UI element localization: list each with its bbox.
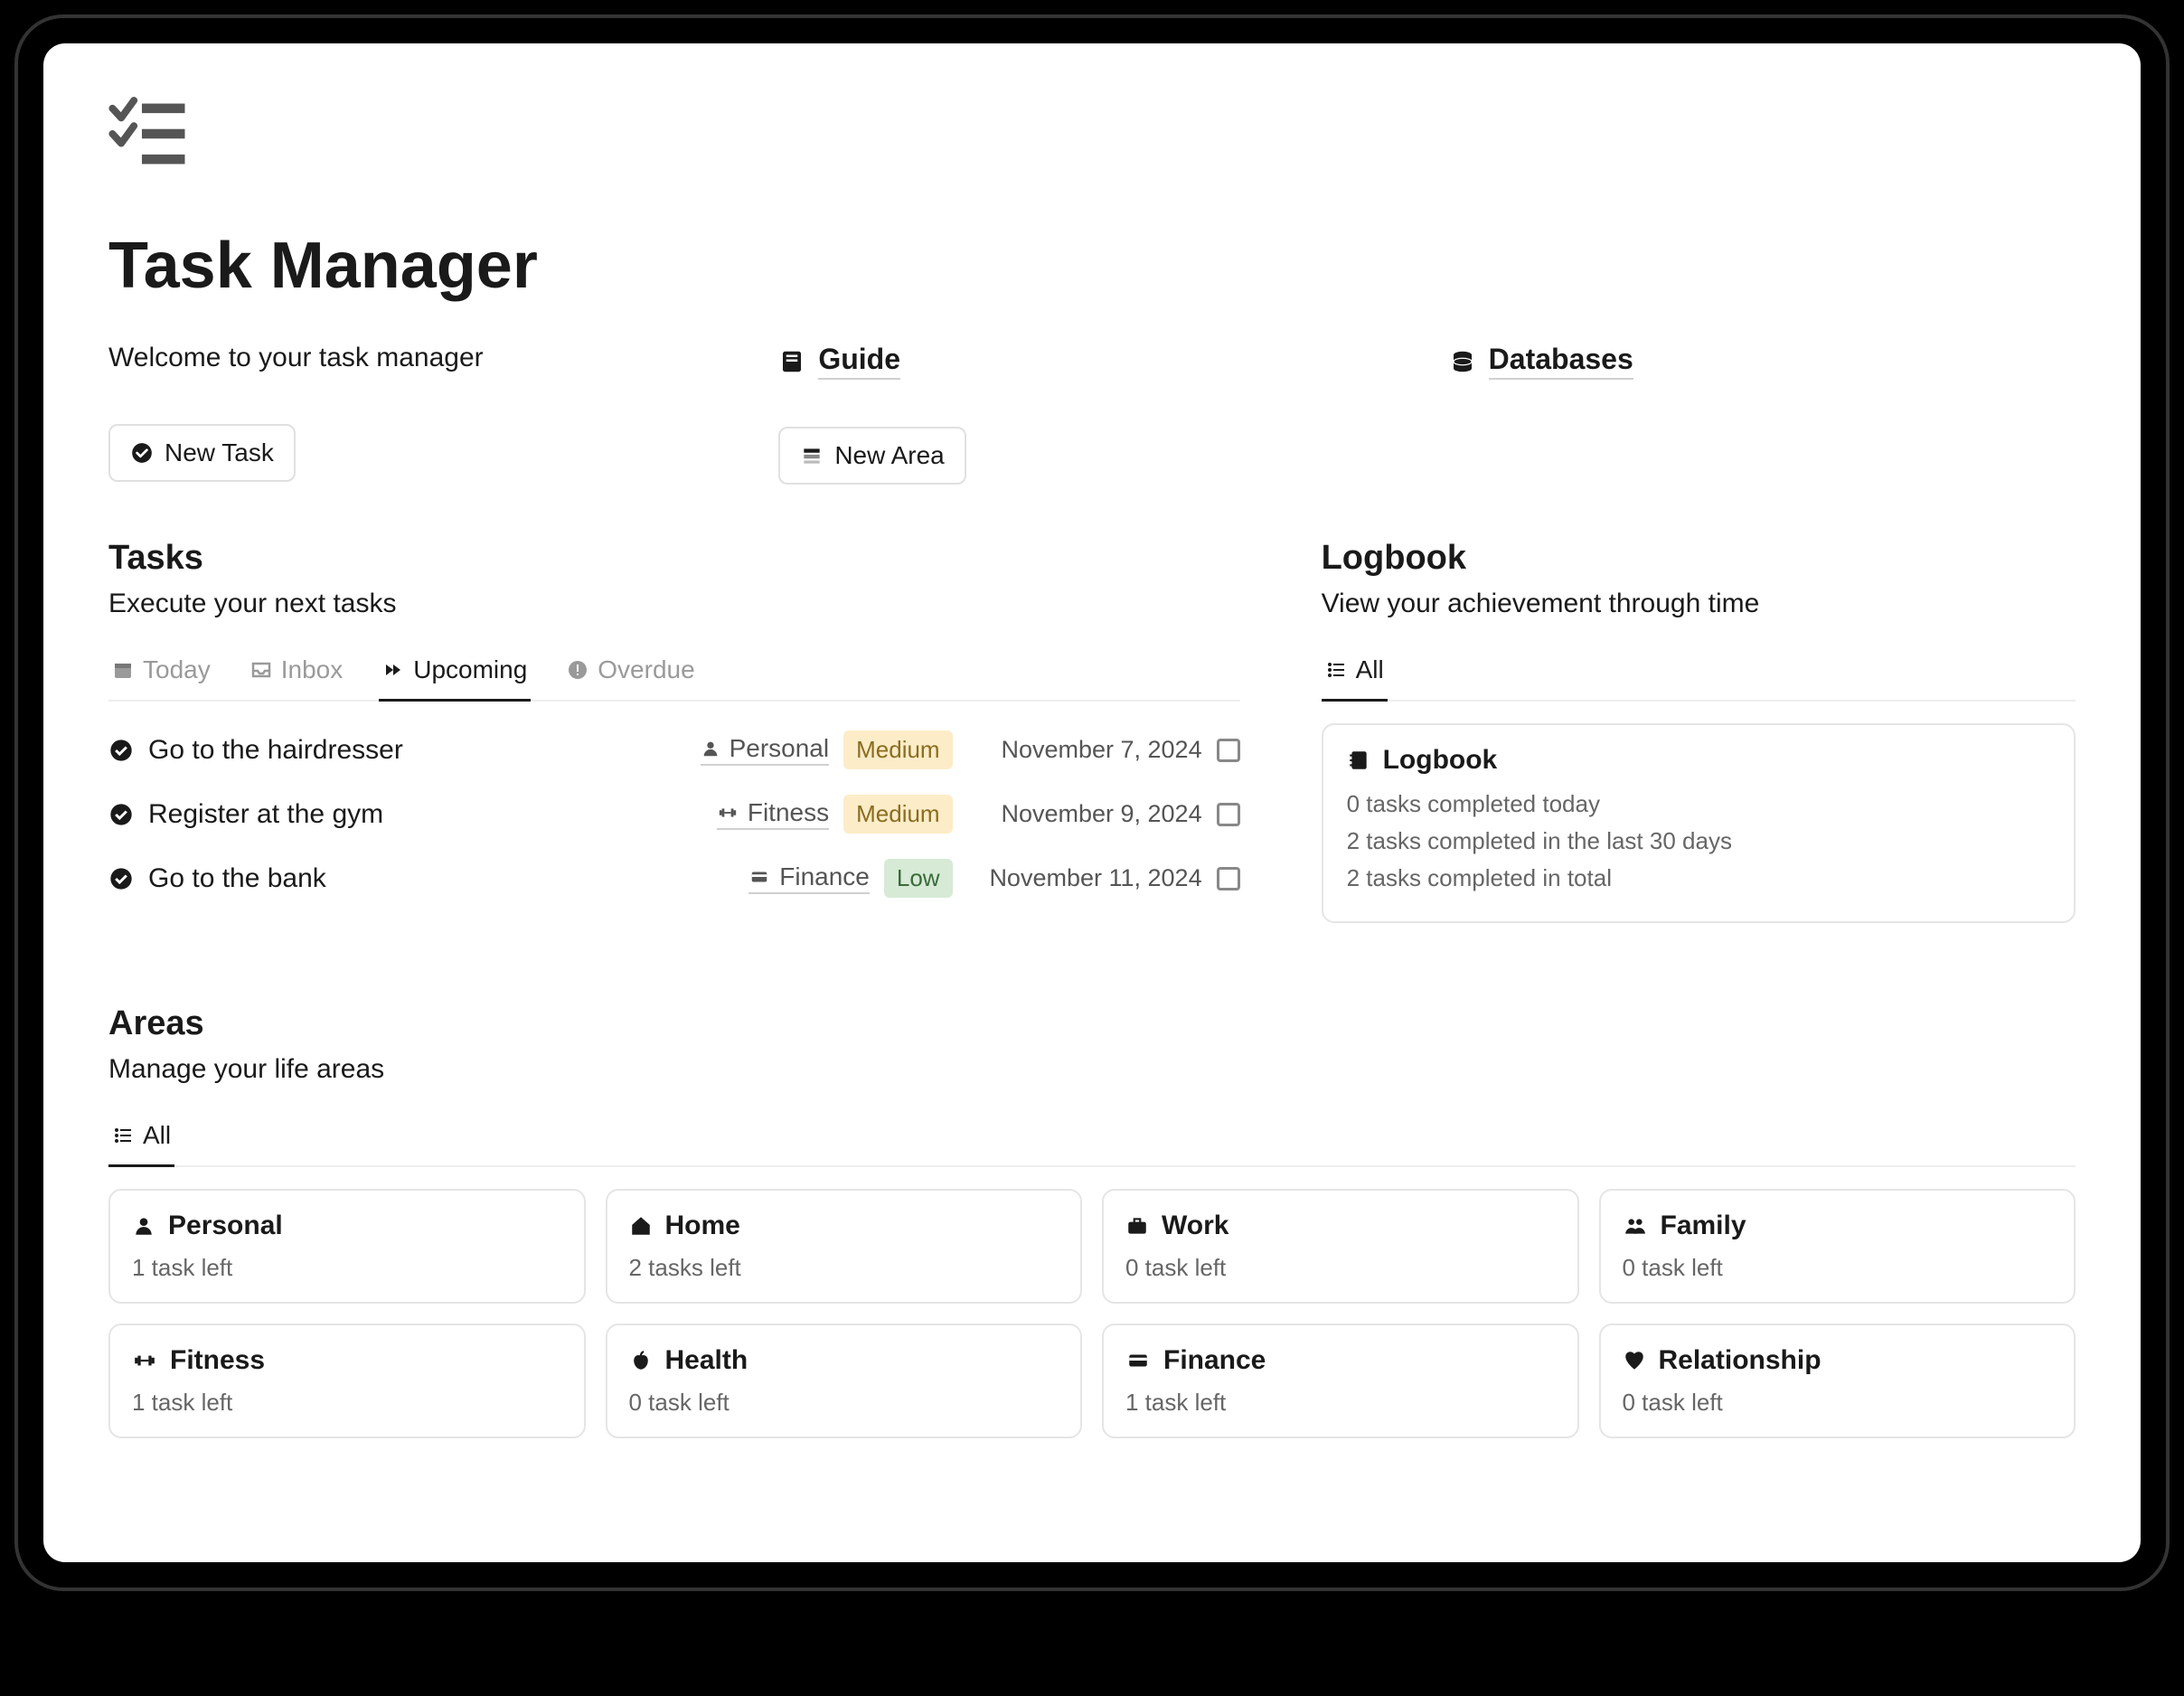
priority-pill: Medium <box>843 730 952 769</box>
page-title: Task Manager <box>108 229 2076 303</box>
task-title: Go to the bank <box>148 863 734 894</box>
databases-link[interactable]: Databases <box>1449 343 2076 380</box>
tab-overdue[interactable]: Overdue <box>563 645 698 702</box>
area-card-family[interactable]: Family 0 task left <box>1599 1189 2076 1304</box>
new-area-label: New Area <box>834 441 944 470</box>
tab-today[interactable]: Today <box>108 645 214 702</box>
areas-subheading: Manage your life areas <box>108 1054 2076 1085</box>
task-date: November 11, 2024 <box>967 864 1202 892</box>
person-icon <box>132 1214 155 1238</box>
areas-tabs: All <box>108 1110 2076 1167</box>
check-circle-icon <box>108 802 134 827</box>
task-checkbox[interactable] <box>1217 803 1240 826</box>
welcome-text: Welcome to your task manager <box>108 343 735 373</box>
logbook-section: Logbook View your achievement through ti… <box>1322 539 2076 923</box>
tab-inbox[interactable]: Inbox <box>247 645 347 702</box>
task-date: November 7, 2024 <box>967 736 1202 764</box>
tab-all[interactable]: All <box>108 1110 174 1167</box>
task-area-finance[interactable]: Finance <box>748 862 870 894</box>
new-area-button[interactable]: New Area <box>778 427 965 485</box>
task-title: Register at the gym <box>148 799 702 830</box>
tasks-tabs: Today Inbox Upcoming Overdue <box>108 645 1240 702</box>
area-card-finance[interactable]: Finance 1 task left <box>1102 1324 1579 1438</box>
card-icon <box>1125 1349 1151 1372</box>
priority-pill: Medium <box>843 795 952 834</box>
notebook-icon <box>1347 749 1370 772</box>
check-circle-icon <box>108 738 134 763</box>
task-date: November 9, 2024 <box>967 800 1202 828</box>
book-icon <box>778 348 805 375</box>
stack-icon <box>800 444 824 467</box>
task-checkbox[interactable] <box>1217 739 1240 762</box>
area-card-personal[interactable]: Personal 1 task left <box>108 1189 586 1304</box>
task-area-fitness[interactable]: Fitness <box>717 798 829 830</box>
area-card-home[interactable]: Home 2 tasks left <box>606 1189 1083 1304</box>
check-circle-icon <box>130 441 154 465</box>
area-card-fitness[interactable]: Fitness 1 task left <box>108 1324 586 1438</box>
area-card-health[interactable]: Health 0 task left <box>606 1324 1083 1438</box>
tasks-subheading: Execute your next tasks <box>108 589 1240 619</box>
dumbbell-icon <box>132 1349 157 1372</box>
task-checkbox[interactable] <box>1217 867 1240 890</box>
new-task-label: New Task <box>165 438 274 467</box>
briefcase-icon <box>1125 1214 1149 1238</box>
main-row: Tasks Execute your next tasks Today Inbo… <box>108 539 2076 923</box>
areas-heading: Areas <box>108 1004 2076 1043</box>
app-logo <box>108 94 2076 178</box>
logbook-tabs: All <box>1322 645 2076 702</box>
apple-icon <box>629 1349 653 1372</box>
logbook-subheading: View your achievement through time <box>1322 589 2076 619</box>
tablet-frame: Task Manager Welcome to your task manage… <box>18 18 2166 1588</box>
tab-all[interactable]: All <box>1322 645 1388 702</box>
dumbbell-icon <box>717 803 739 823</box>
person-icon <box>701 739 720 758</box>
logbook-heading: Logbook <box>1322 539 2076 578</box>
area-card-relationship[interactable]: Relationship 0 task left <box>1599 1324 2076 1438</box>
heart-icon <box>1623 1349 1646 1372</box>
task-title: Go to the hairdresser <box>148 735 686 766</box>
list-icon <box>1325 659 1347 681</box>
new-task-button[interactable]: New Task <box>108 424 296 482</box>
header-row: Welcome to your task manager New Task Gu… <box>108 343 2076 485</box>
tab-upcoming[interactable]: Upcoming <box>379 645 531 702</box>
guide-link[interactable]: Guide <box>778 343 1405 380</box>
logbook-line: 2 tasks completed in total <box>1347 864 2050 892</box>
checklist-icon <box>108 94 188 174</box>
task-row[interactable]: Go to the bank Finance Low November 11, … <box>108 846 1240 910</box>
priority-pill: Low <box>884 859 953 898</box>
card-icon <box>748 867 770 887</box>
group-icon <box>1623 1214 1648 1238</box>
areas-grid: Personal 1 task left Home 2 tasks left W… <box>108 1189 2076 1438</box>
logbook-card[interactable]: Logbook 0 tasks completed today 2 tasks … <box>1322 723 2076 923</box>
database-icon <box>1449 348 1476 375</box>
logbook-line: 2 tasks completed in the last 30 days <box>1347 827 2050 855</box>
app-screen: Task Manager Welcome to your task manage… <box>43 43 2141 1562</box>
list-icon <box>112 1125 134 1146</box>
task-row[interactable]: Register at the gym Fitness Medium Novem… <box>108 782 1240 846</box>
task-area-personal[interactable]: Personal <box>701 734 830 766</box>
fast-forward-icon <box>382 659 404 681</box>
logbook-line: 0 tasks completed today <box>1347 790 2050 818</box>
calendar-icon <box>112 659 134 681</box>
inbox-icon <box>250 659 272 681</box>
area-card-work[interactable]: Work 0 task left <box>1102 1189 1579 1304</box>
task-list: Go to the hairdresser Personal Medium No… <box>108 718 1240 910</box>
home-icon <box>629 1214 653 1238</box>
alert-icon <box>567 659 588 681</box>
logbook-card-title: Logbook <box>1383 745 1498 776</box>
tasks-heading: Tasks <box>108 539 1240 578</box>
tasks-section: Tasks Execute your next tasks Today Inbo… <box>108 539 1240 923</box>
check-circle-icon <box>108 866 134 891</box>
task-row[interactable]: Go to the hairdresser Personal Medium No… <box>108 718 1240 782</box>
areas-section: Areas Manage your life areas All Persona… <box>108 1004 2076 1438</box>
